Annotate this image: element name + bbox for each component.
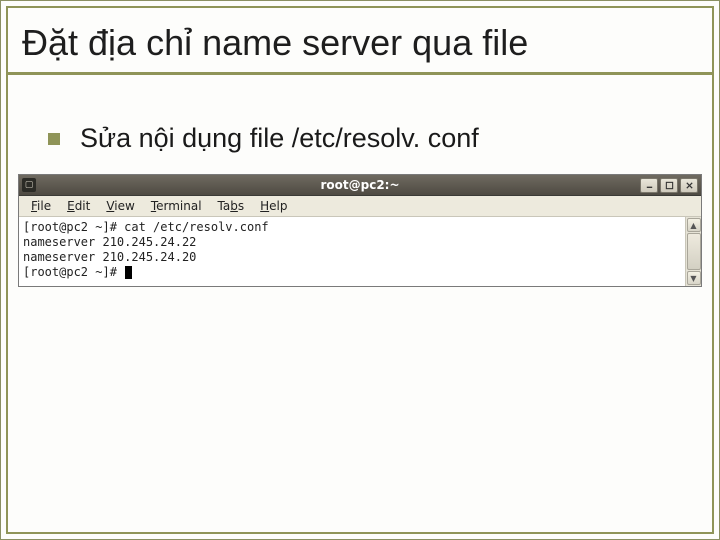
minimize-button[interactable]	[640, 178, 658, 193]
term-line-0: [root@pc2 ~]# cat /etc/resolv.conf	[23, 220, 269, 234]
bullet-icon	[48, 133, 60, 145]
slide-title: Đặt địa chỉ name server qua file	[8, 8, 712, 72]
terminal-body: [root@pc2 ~]# cat /etc/resolv.conf names…	[19, 217, 701, 286]
menu-terminal[interactable]: Terminal	[143, 197, 210, 215]
bullet-row: Sửa nội dụng file /etc/resolv. conf	[8, 75, 712, 172]
term-line-1: nameserver 210.245.24.22	[23, 235, 196, 249]
term-line-3: [root@pc2 ~]#	[23, 265, 124, 279]
term-line-2: nameserver 210.245.24.20	[23, 250, 196, 264]
terminal-menubar: File Edit View Terminal Tabs Help	[19, 196, 701, 217]
terminal-window: ▢ root@pc2:~ File Edit	[18, 174, 702, 287]
menu-tabs[interactable]: Tabs	[210, 197, 253, 215]
terminal-titlebar[interactable]: ▢ root@pc2:~	[19, 175, 701, 196]
close-button[interactable]	[680, 178, 698, 193]
maximize-button[interactable]	[660, 178, 678, 193]
scroll-up-button[interactable]: ▲	[687, 218, 701, 232]
terminal-content[interactable]: [root@pc2 ~]# cat /etc/resolv.conf names…	[19, 217, 685, 286]
scroll-track[interactable]	[687, 233, 701, 270]
slide-inner: Đặt địa chỉ name server qua file Sửa nội…	[6, 6, 714, 534]
scroll-thumb[interactable]	[687, 233, 701, 270]
menu-view[interactable]: View	[98, 197, 142, 215]
menu-help[interactable]: Help	[252, 197, 295, 215]
terminal-app-icon: ▢	[22, 178, 36, 192]
scroll-down-button[interactable]: ▼	[687, 271, 701, 285]
bullet-text: Sửa nội dụng file /etc/resolv. conf	[80, 123, 479, 154]
terminal-scrollbar[interactable]: ▲ ▼	[685, 217, 701, 286]
slide-frame: Đặt địa chỉ name server qua file Sửa nội…	[0, 0, 720, 540]
menu-edit[interactable]: Edit	[59, 197, 98, 215]
terminal-cursor	[125, 266, 132, 279]
menu-file[interactable]: File	[23, 197, 59, 215]
terminal-title: root@pc2:~	[320, 178, 399, 192]
